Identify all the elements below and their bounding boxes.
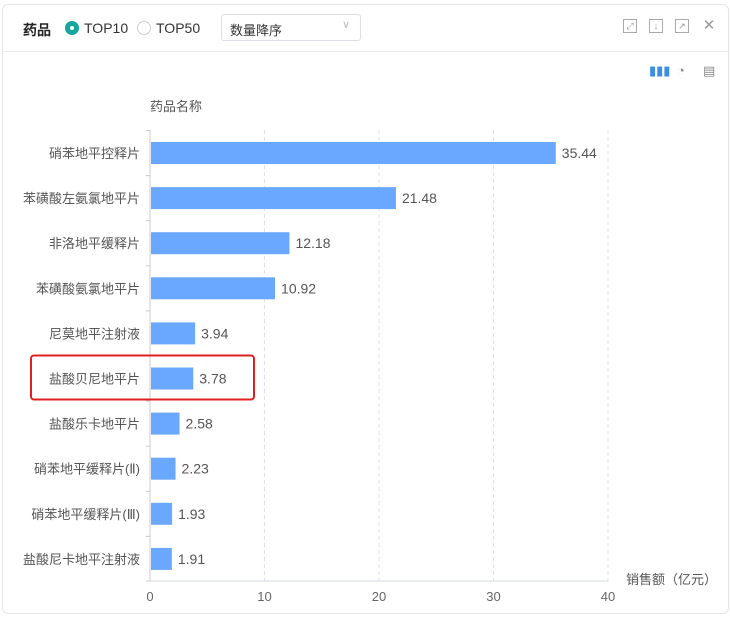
bar xyxy=(151,322,196,345)
bar xyxy=(151,232,290,255)
data-label: 12.18 xyxy=(295,235,330,251)
bar xyxy=(151,277,276,300)
data-label: 10.92 xyxy=(281,280,316,296)
y-tick-label: 硝苯地平缓释片(Ⅲ) xyxy=(31,507,140,522)
y-axis-title: 药品名称 xyxy=(150,99,202,114)
bar xyxy=(151,547,172,570)
y-tick-label: 盐酸乐卡地平片 xyxy=(49,417,140,432)
data-label: 21.48 xyxy=(402,190,437,206)
y-tick-label: 非洛地平缓释片 xyxy=(49,236,140,251)
bar xyxy=(151,502,173,525)
x-tick-label: 0 xyxy=(146,589,153,604)
y-tick-label: 硝苯地平控释片 xyxy=(49,146,140,161)
y-tick-label: 苯磺酸氨氯地平片 xyxy=(36,281,140,296)
bar xyxy=(151,412,180,435)
data-label: 3.78 xyxy=(199,371,226,387)
data-label: 3.94 xyxy=(201,325,228,341)
bar-chart: 0 10 20 30 40 药品名称销售额（亿元） 硝苯地平控释片 35.44 苯磺酸左氨氯地平… xyxy=(23,99,717,604)
data-label: 35.44 xyxy=(562,145,597,161)
y-tick-label: 硝苯地平缓释片(Ⅱ) xyxy=(34,462,140,477)
x-tick-label: 10 xyxy=(257,589,271,604)
y-tick-label: 盐酸贝尼地平片 xyxy=(49,372,140,387)
x-tick-label: 40 xyxy=(601,589,615,604)
bar xyxy=(151,457,176,480)
data-label: 1.91 xyxy=(178,551,205,567)
data-label: 2.58 xyxy=(186,416,213,432)
data-label: 1.93 xyxy=(178,506,205,522)
bar xyxy=(151,187,396,210)
bar xyxy=(151,142,556,164)
y-tick-label: 尼莫地平注射液 xyxy=(49,326,140,341)
data-label: 2.23 xyxy=(182,461,209,477)
y-tick-label: 盐酸尼卡地平注射液 xyxy=(23,552,140,567)
y-tick-label: 苯磺酸左氨氯地平片 xyxy=(23,191,140,206)
x-axis-title: 销售额（亿元） xyxy=(626,572,717,587)
x-tick-label: 20 xyxy=(372,589,386,604)
x-tick-label: 30 xyxy=(486,589,500,604)
bar xyxy=(151,367,194,390)
